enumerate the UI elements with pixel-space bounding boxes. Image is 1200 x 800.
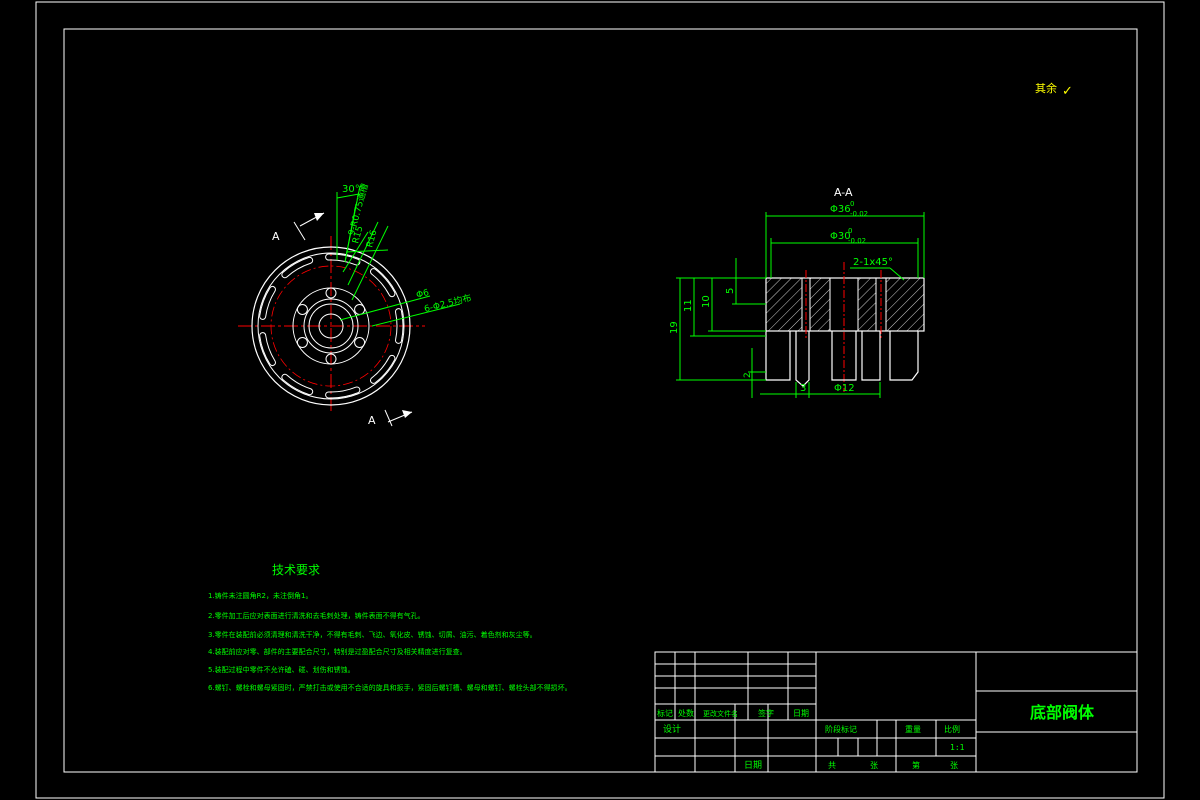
phi12-dim: Φ12: [834, 383, 855, 394]
phi30-tol-up: 0: [848, 227, 852, 235]
section-title: A-A: [834, 186, 853, 199]
hatch-center-right: [857, 277, 877, 332]
rev-header-count: 处数: [678, 708, 694, 718]
hatch-left: [765, 277, 803, 332]
weight-label: 重量: [905, 724, 921, 734]
note-item: 4.装配前应对零、部件的主要配合尺寸，特别是过盈配合尺寸及相关精度进行复查。: [208, 647, 467, 656]
section-label-bottom: A: [368, 414, 376, 427]
note-item: 5.装配过程中零件不允许磕、碰、划伤和锈蚀。: [208, 665, 355, 674]
chamfer-dim: 2-1x45°: [853, 257, 893, 268]
section-label-top: A: [272, 230, 280, 243]
h5-dim: 5: [725, 288, 736, 294]
scale-value: 1:1: [950, 743, 965, 752]
h10-dim: 10: [701, 295, 712, 308]
note-item: 6.螺钉、螺栓和螺母紧固时，严禁打击或使用不合适的旋具和扳手，紧固后螺钉槽、螺母…: [208, 683, 572, 692]
phi36-tol-up: 0: [850, 200, 854, 208]
sheet-label-2: 张: [950, 761, 958, 770]
scale-label: 比例: [944, 724, 960, 734]
stage-mark-label: 阶段标记: [825, 724, 857, 734]
h11-dim: 11: [683, 299, 694, 312]
notes-title: 技术要求: [272, 563, 320, 577]
rev-header-date: 日期: [793, 709, 809, 718]
rev-header-sign: 签字: [758, 708, 774, 718]
phi30-tol-low: -0.02: [848, 237, 866, 245]
rev-header-mark: 标记: [657, 708, 673, 718]
hatch-right: [885, 277, 925, 332]
h19-dim: 19: [669, 321, 680, 334]
designer-label: 设计: [663, 723, 681, 735]
note-item: 2.零件加工后应对表面进行清洗和去毛刺处理，铸件表面不得有气孔。: [208, 611, 425, 620]
cad-drawing-canvas: 其余 ✓ 30° 9-R0.75通槽 R15 R16 Φ6 6-Φ2.5均布 A…: [0, 0, 1200, 800]
total-label: 共: [828, 761, 836, 770]
phi36-dim: Φ36: [830, 204, 851, 215]
background: [0, 0, 1200, 800]
w3-dim: 3: [800, 383, 806, 394]
surface-finish-label: 其余: [1035, 81, 1057, 95]
part-name: 底部阀体: [1030, 703, 1095, 722]
sheet-label-1: 张: [870, 761, 878, 770]
angle-dim: 30°: [342, 184, 360, 195]
surface-finish-symbol: ✓: [1062, 84, 1073, 99]
h2-dim: 2: [743, 372, 753, 378]
page-label: 第: [912, 760, 920, 770]
note-item: 1.铸件未注圆角R2，未注倒角1。: [208, 591, 312, 600]
date-label: 日期: [744, 760, 762, 771]
phi36-tol-low: -0.02: [850, 210, 868, 218]
hatch-center-left: [809, 277, 831, 332]
rev-header-file: 更改文件名: [703, 709, 738, 718]
note-item: 3.零件在装配前必须清理和清洗干净，不得有毛刺、飞边、氧化皮、锈蚀、切屑、油污、…: [208, 630, 537, 639]
